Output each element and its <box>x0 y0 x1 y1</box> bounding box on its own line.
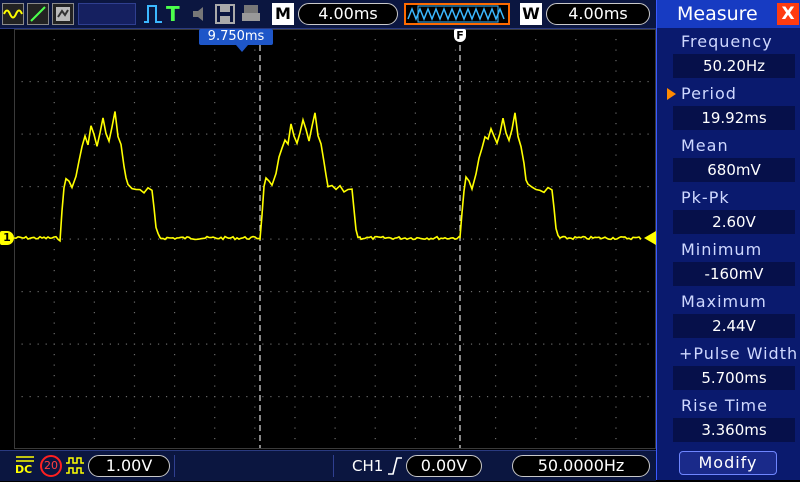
measure-value: -160mV <box>673 262 795 286</box>
rising-edge-icon[interactable] <box>386 455 404 477</box>
measure-label: Minimum <box>681 240 763 259</box>
trigger-frequency-readout[interactable]: 50.0000Hz <box>512 455 650 477</box>
window-overview[interactable] <box>404 3 510 25</box>
measure-item[interactable]: Pk-Pk 2.60V <box>657 186 800 238</box>
measure-label: Pk-Pk <box>681 188 730 207</box>
trigger-source-label[interactable]: CH1 <box>352 455 384 477</box>
run-status-indicator: T <box>166 2 180 26</box>
measure-value: 5.700ms <box>673 366 795 390</box>
coupling-label: DC <box>15 463 33 476</box>
measure-item[interactable]: Maximum 2.44V <box>657 290 800 342</box>
measure-value: 680mV <box>673 158 795 182</box>
window-timebase-label[interactable]: W <box>520 3 542 25</box>
pulse-trigger-icon[interactable] <box>142 3 164 25</box>
measure-label: +Pulse Width <box>679 344 799 363</box>
bottom-divider <box>174 455 334 477</box>
main-timebase-readout[interactable]: 4.00ms <box>298 3 398 25</box>
measure-value: 2.44V <box>673 314 795 338</box>
waveform-icon[interactable] <box>2 3 24 25</box>
reference-icon[interactable] <box>52 3 74 25</box>
math-icon[interactable] <box>27 3 49 25</box>
measure-item[interactable]: Frequency 50.20Hz <box>657 30 800 82</box>
coupling-badge[interactable]: DC <box>14 454 36 478</box>
measure-label: Mean <box>681 136 729 155</box>
blank-slot <box>78 3 136 25</box>
speaker-icon[interactable] <box>190 3 212 25</box>
ch1-ground-marker[interactable]: 1 <box>0 231 14 245</box>
trigger-position-marker[interactable]: 9.750ms <box>199 29 273 45</box>
measure-value: 50.20Hz <box>673 54 795 78</box>
modify-button[interactable]: Modify <box>679 451 777 475</box>
f-marker[interactable]: F <box>454 29 466 42</box>
bandwidth-limit-badge[interactable]: 20 <box>40 455 62 477</box>
measure-label: Period <box>681 84 737 103</box>
selected-arrow-icon <box>667 88 676 100</box>
trigger-level-readout[interactable]: 0.00V <box>406 455 482 477</box>
measure-label: Rise Time <box>681 396 768 415</box>
trigger-level-marker[interactable] <box>644 231 656 245</box>
window-timebase-readout[interactable]: 4.00ms <box>546 3 650 25</box>
waveform-display <box>14 29 656 449</box>
measure-value: 19.92ms <box>673 106 795 130</box>
bottom-status-bar: DC 20 1.00V CH1 0.00V 50.0000Hz <box>0 450 656 481</box>
measure-value: 2.60V <box>673 210 795 234</box>
trigger-position-arrow <box>236 45 248 52</box>
invert-icon[interactable] <box>64 455 86 477</box>
measure-item[interactable]: Mean 680mV <box>657 134 800 186</box>
measure-value: 3.360ms <box>673 418 795 442</box>
ch1-waveform <box>14 111 642 243</box>
measure-panel: Measure X Frequency 50.20Hz Period 19.92ms M… <box>656 0 800 480</box>
save-icon[interactable] <box>214 3 236 25</box>
measure-item[interactable]: Period 19.92ms <box>657 82 800 134</box>
close-button[interactable]: X <box>777 3 799 25</box>
print-icon[interactable] <box>240 3 262 25</box>
measure-item[interactable]: Minimum -160mV <box>657 238 800 290</box>
main-timebase-label[interactable]: M <box>272 3 294 25</box>
measure-label: Frequency <box>681 32 773 51</box>
top-toolbar: T M 4.00ms W 4.00ms <box>0 0 656 29</box>
volts-div-readout[interactable]: 1.00V <box>88 455 170 477</box>
measure-item[interactable]: Rise Time 3.360ms <box>657 394 800 446</box>
measure-label: Maximum <box>681 292 767 311</box>
measure-item[interactable]: +Pulse Width 5.700ms <box>657 342 800 394</box>
